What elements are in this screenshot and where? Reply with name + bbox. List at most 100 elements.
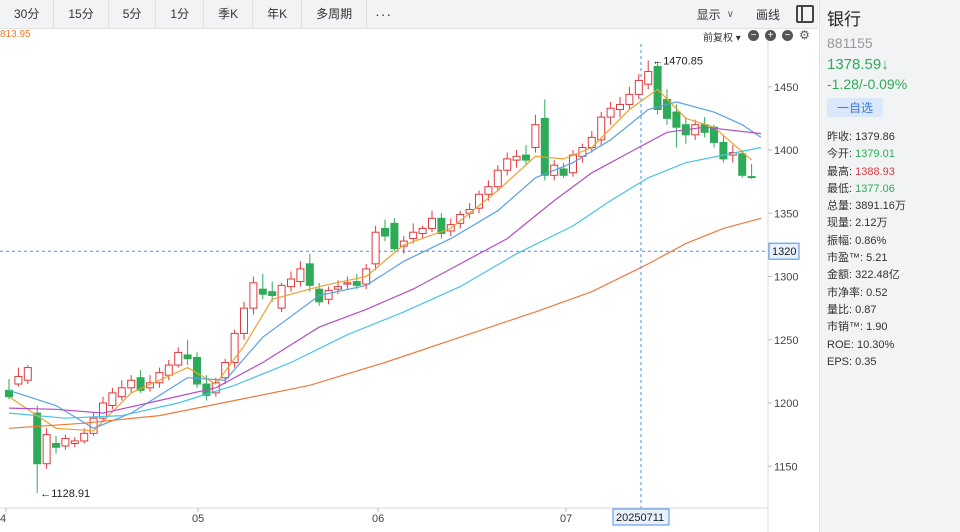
candle-body [296,268,305,283]
kline-chart[interactable]: 1150 1200 1250 1300 1350 1400 1450 4 05 06 07 ←1470… [0,0,818,532]
candle-body [559,168,568,176]
quote-row: ROE: 10.30% [827,337,960,354]
quote-row: 市盈™: 5.21 [827,250,960,267]
y-tick-label: 1300 [774,272,798,284]
candle-body [503,158,512,171]
candle-body [334,286,342,290]
period-year-button[interactable]: 年K [253,0,303,28]
quote-value: 0.87 [855,303,877,316]
x-tick-label: 4 [0,513,6,525]
more-icon[interactable]: ··· [367,0,400,28]
candle-body [52,442,60,448]
candle-body [700,124,709,133]
y-tick-label: 1400 [774,145,798,157]
x-tick-label: 07 [560,513,572,525]
candle-body [164,364,173,376]
candle-body [644,71,653,85]
quote-value: 0.86% [855,234,887,247]
quote-value: 1388.93 [855,165,895,178]
display-button[interactable]: 显示 [691,6,727,23]
quote-list: 昨收: 1379.86 今开: 1379.01 最高: 1388.93 最低: 137… [827,129,960,371]
period-5min-button[interactable]: 5分 [109,0,157,28]
quote-row: 最低: 1377.06 [827,181,960,198]
minimize-icon[interactable]: − [782,30,793,41]
period-1min-button[interactable]: 1分 [156,0,205,28]
quote-row: 昨收: 1379.86 [827,129,960,146]
y-tick-label: 1450 [774,82,798,94]
quote-label: 振幅: [827,234,856,247]
quote-row: 量比: 0.87 [827,302,960,319]
candle-body [418,227,427,234]
quote-row: 金额: 322.48亿 [827,267,960,284]
candle-body [597,116,606,141]
quote-value: 1377.06 [855,182,895,195]
candle-body [117,387,126,398]
adjust-mode-label: 前复权 [703,33,733,44]
quote-label: 市净率: [827,286,867,299]
quote-value: 1.90 [866,321,888,334]
add-watchlist-button[interactable]: 一自选 [827,98,884,117]
crosshair-date-label: 20250711 [616,512,664,524]
multi-period-button[interactable]: 多周期 [302,0,368,28]
period-15min-button[interactable]: 15分 [54,0,109,28]
settings-gear-icon[interactable]: ⚙ [799,29,810,41]
candle-body [653,66,662,111]
quote-label: EPS: [827,355,856,368]
candle-body [80,432,89,442]
candle-body [719,141,728,160]
quote-row: 市销™: 1.90 [827,319,960,336]
candle-body [343,282,352,285]
high-annotation: ←1470.85 [652,55,703,67]
crosshair-price-label: 1320 [772,246,796,258]
candle-body [268,291,277,296]
ma10-line [8,101,762,429]
candle-body [287,278,295,288]
quote-row: 市净率: 0.52 [827,285,960,302]
period-30min-button[interactable]: 30分 [0,0,55,28]
quote-label: 今开: [827,148,856,161]
candle-body [531,124,540,148]
x-tick-label: 05 [192,513,204,525]
candle-body [625,93,634,105]
side-panel-toggle-icon[interactable] [796,5,814,23]
quote-label: ROE: [827,338,857,351]
stock-name: 银行 [827,10,861,29]
candle-body [127,379,136,389]
candle-body [240,307,248,334]
x-tick-label: 06 [372,513,384,525]
candle-body [174,351,183,366]
candle-body [390,222,399,250]
quote-label: 市销™: [827,321,867,334]
quote-label: 现量: [827,217,856,230]
candle-body [381,227,389,237]
candle-body [193,356,201,385]
quote-row: 今开: 1379.01 [827,146,960,163]
candle-body [428,217,436,229]
candle-body [70,440,79,444]
quote-value: 322.48亿 [855,269,900,282]
candle-body [522,154,530,161]
zoom-out-icon[interactable]: − [748,30,759,41]
stock-price: 1378.59↓ [827,56,889,73]
candle-body [305,263,314,286]
draw-line-button[interactable]: 画线 [746,6,790,23]
candle-body [691,124,700,136]
chevron-down-icon[interactable]: ∨ [727,9,746,20]
candle-body [747,176,756,179]
adjust-mode-button[interactable]: 前复权 ▾ [703,29,741,44]
quote-label: 最高: [827,165,856,178]
zoom-in-icon[interactable]: + [765,30,776,41]
period-quarter-button[interactable]: 季K [204,0,254,28]
y-tick-label: 1200 [774,398,798,410]
chart-subbar: 813.95 前复权 ▾ − + − ⚙ [0,29,810,44]
quote-row: 现量: 2.12万 [827,215,960,232]
quote-value: 1379.01 [855,148,895,161]
quote-value: 10.30% [856,338,895,351]
candle-body [258,288,267,295]
quote-value: 2.12万 [855,217,888,230]
candle-body [33,412,42,465]
candle-body [183,354,192,360]
stock-change: -1.28/-0.09% [827,76,908,92]
quote-row: EPS: 0.35 [827,354,960,371]
ma30-line [8,146,762,419]
